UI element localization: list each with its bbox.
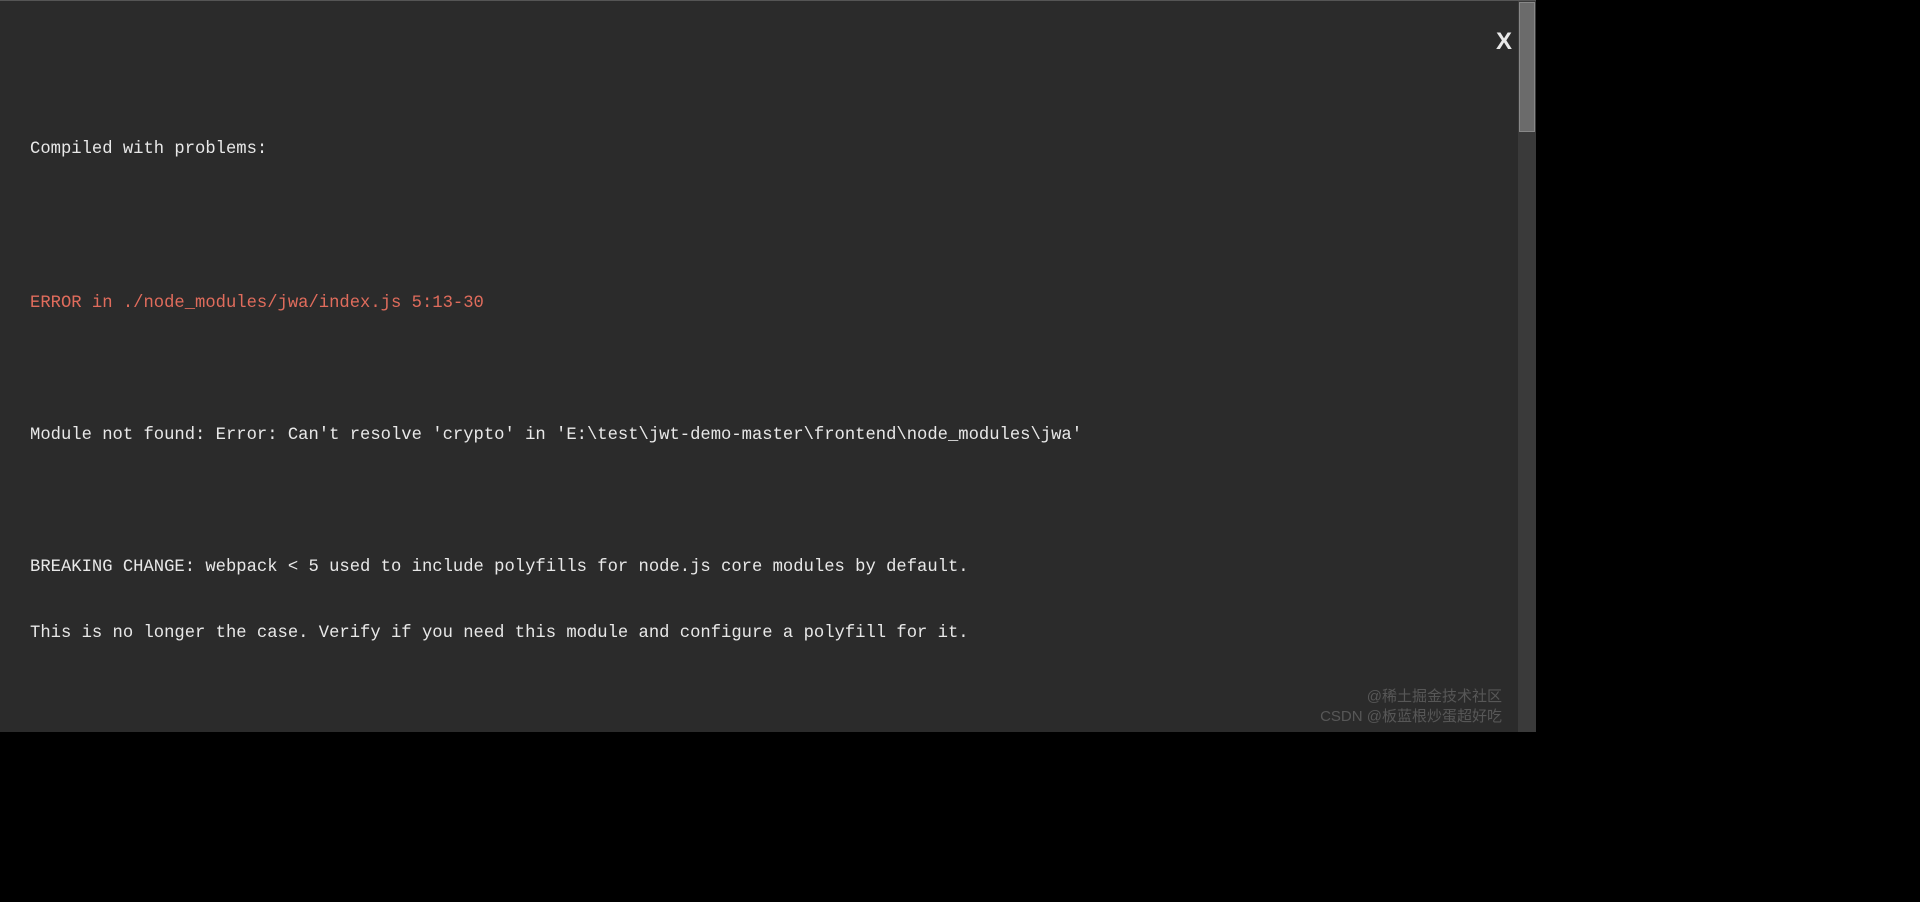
error-body-line: Module not found: Error: Can't resolve '… xyxy=(30,425,1506,447)
overlay-header: Compiled with problems: xyxy=(30,139,1506,161)
error-body-line xyxy=(30,689,1506,711)
error-body-line xyxy=(30,491,1506,513)
scrollbar-thumb[interactable] xyxy=(1519,2,1535,132)
error-heading: ERROR in ./node_modules/jwa/index.js 5:1… xyxy=(30,293,1506,315)
close-button[interactable]: X xyxy=(1496,31,1512,53)
scrollbar-track[interactable] xyxy=(1518,1,1536,732)
error-body-line: This is no longer the case. Verify if yo… xyxy=(30,623,1506,645)
error-body-line: BREAKING CHANGE: webpack < 5 used to inc… xyxy=(30,557,1506,579)
webpack-error-overlay: X Compiled with problems: ERROR in ./nod… xyxy=(0,0,1536,732)
